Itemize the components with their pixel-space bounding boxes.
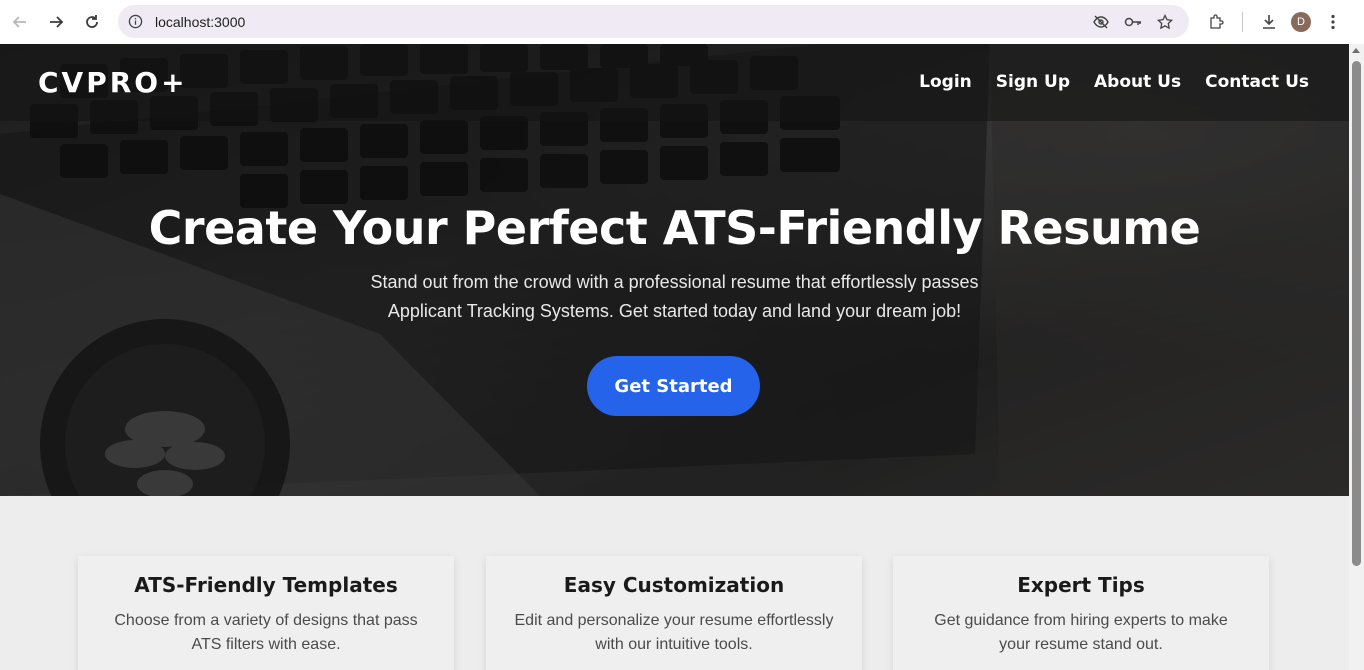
nav-login-link[interactable]: Login (919, 72, 972, 92)
feature-title: Easy Customization (563, 573, 785, 597)
browser-toolbar: localhost:3000 D (0, 0, 1364, 44)
feature-description-line: with our intuitive tools. (595, 636, 753, 653)
feature-description: Edit and personalize your resume effortl… (514, 609, 834, 657)
arrow-left-icon[interactable] (2, 4, 38, 40)
feature-description-line: Edit and personalize your resume effortl… (514, 612, 834, 629)
site-header: CVPRO+ Login Sign Up About Us Contact Us (0, 44, 1349, 121)
nav-signup-link[interactable]: Sign Up (996, 72, 1070, 92)
feature-card: Expert Tips Get guidance from hiring exp… (893, 556, 1269, 670)
scrollbar-thumb[interactable] (1352, 61, 1361, 566)
site-logo[interactable]: CVPRO+ (38, 66, 188, 99)
arrow-right-icon[interactable] (38, 4, 74, 40)
nav-about-link[interactable]: About Us (1094, 72, 1181, 92)
kebab-menu-icon[interactable] (1317, 6, 1349, 38)
feature-description-line: your resume stand out. (999, 636, 1163, 653)
avatar: D (1291, 12, 1311, 32)
key-icon[interactable] (1119, 8, 1147, 36)
star-icon[interactable] (1151, 8, 1179, 36)
hero-section: CVPRO+ Login Sign Up About Us Contact Us… (0, 44, 1349, 496)
reload-icon[interactable] (74, 4, 110, 40)
toolbar-divider (1242, 12, 1243, 32)
get-started-button[interactable]: Get Started (587, 356, 760, 416)
feature-title: ATS-Friendly Templates (134, 573, 398, 597)
feature-description-line: Choose from a variety of designs that pa… (114, 612, 418, 629)
url-text[interactable]: localhost:3000 (155, 14, 245, 30)
feature-title: Expert Tips (1017, 573, 1145, 597)
address-bar[interactable]: localhost:3000 (118, 5, 1189, 38)
nav-contact-link[interactable]: Contact Us (1205, 72, 1309, 92)
feature-description: Choose from a variety of designs that pa… (106, 609, 426, 657)
page-viewport: CVPRO+ Login Sign Up About Us Contact Us… (0, 44, 1349, 670)
feature-description-line: Get guidance from hiring experts to make (934, 612, 1228, 629)
eye-off-icon[interactable] (1087, 8, 1115, 36)
site-info-icon[interactable] (127, 14, 143, 30)
page-scrollbar[interactable] (1349, 44, 1364, 670)
hero-subtitle-line: Stand out from the crowd with a professi… (370, 272, 979, 292)
scroll-up-icon[interactable] (1352, 48, 1360, 53)
hero-subtitle: Stand out from the crowd with a professi… (0, 268, 1349, 326)
feature-card: ATS-Friendly Templates Choose from a var… (78, 556, 454, 670)
profile-avatar[interactable]: D (1285, 6, 1317, 38)
hero-subtitle-line: Applicant Tracking Systems. Get started … (387, 301, 962, 321)
main-nav: Login Sign Up About Us Contact Us (919, 72, 1309, 92)
features-section: ATS-Friendly Templates Choose from a var… (0, 496, 1349, 670)
feature-description-line: ATS filters with ease. (191, 636, 341, 653)
download-icon[interactable] (1253, 6, 1285, 38)
feature-card: Easy Customization Edit and personalize … (486, 556, 862, 670)
puzzle-icon[interactable] (1200, 6, 1232, 38)
feature-description: Get guidance from hiring experts to make… (921, 609, 1241, 657)
hero-title: Create Your Perfect ATS-Friendly Resume (148, 201, 1201, 255)
